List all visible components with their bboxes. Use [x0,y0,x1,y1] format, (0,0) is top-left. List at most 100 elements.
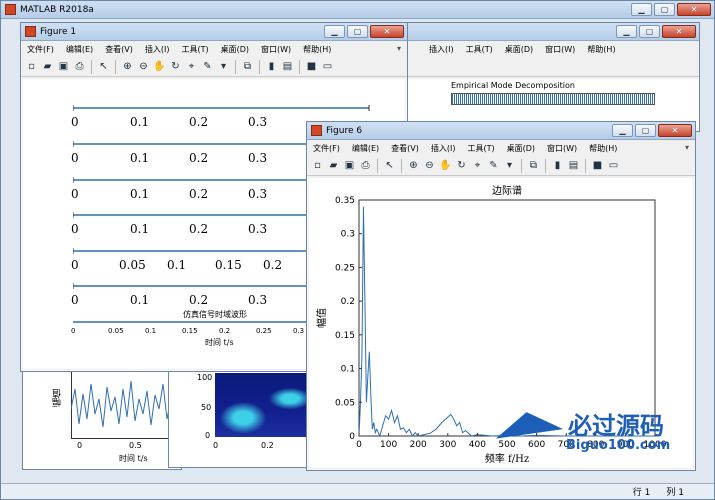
back-left-ylabel: 幅值 [53,389,63,407]
emd-close-button[interactable]: ✕ [662,25,696,38]
emd-menu-bar: 插入(I) 工具(T) 桌面(D) 窗口(W) 帮助(H) [401,41,699,57]
figure1-imf-axis-0 [73,105,370,111]
chart-ylabel: 幅值 [315,308,328,328]
pan-hand-icon[interactable]: ✋ [153,60,166,73]
figure1-bottom-tick-label: 0.25 [256,327,272,335]
chart-y-tick-label: 0.35 [335,196,355,206]
figure6-icon [311,125,322,136]
zoom-in-icon[interactable]: ⊕ [121,60,134,73]
watermark-title: 必过源码 [568,412,664,440]
f6-menu-file[interactable]: 文件(F) [313,143,340,154]
new-file-icon[interactable]: ▫ [25,60,38,73]
menu-overflow-icon[interactable]: ▾ [397,44,401,53]
emd-title-bar[interactable]: ▁ ▢ ✕ [401,23,699,41]
emd-menu-insert[interactable]: 插入(I) [429,44,454,55]
figure1-toolbar: ▫ ▰ ▣ ⎙ ↖ ⊕ ⊖ ✋ ↻ ⌖ ✎ ▾ ⧉ ▮ ▤ ■ ▭ [21,57,407,77]
f6-menu-edit[interactable]: 编辑(E) [352,143,379,154]
figure6-menu-bar: 文件(F) 编辑(E) 查看(V) 插入(I) 工具(T) 桌面(D) 窗口(W… [307,140,695,156]
main-title-bar[interactable]: MATLAB R2018a ▁ ▢ ✕ [1,1,714,19]
rotate-3d-icon[interactable]: ↻ [455,159,468,172]
chart-y-tick-label: 0.05 [335,398,355,408]
figure6-title: Figure 6 [326,125,363,136]
save-icon[interactable]: ▣ [57,60,70,73]
figure-back-mid-window[interactable]: 100 50 0 0 0.2 [168,368,309,468]
print-icon[interactable]: ⎙ [73,60,86,73]
f6-menu-window[interactable]: 窗口(W) [547,143,577,154]
maximize-button[interactable]: ▢ [654,3,675,16]
figure1-menu-bar: 文件(F) 编辑(E) 查看(V) 插入(I) 工具(T) 桌面(D) 窗口(W… [21,41,407,57]
figure1-tick-label: 0.2 [189,187,209,201]
menu-window[interactable]: 窗口(W) [261,44,291,55]
menu-tools[interactable]: 工具(T) [181,44,208,55]
pan-hand-icon[interactable]: ✋ [439,159,452,172]
figure1-tick-label: 0.3 [248,222,268,236]
data-cursor-icon[interactable]: ⌖ [185,60,198,73]
menu-edit[interactable]: 编辑(E) [66,44,93,55]
emd-minimize-button[interactable]: ▁ [616,25,637,38]
dropdown-icon[interactable]: ▾ [217,60,230,73]
back-mid-canvas: 100 50 0 0 0.2 [169,369,309,467]
emd-menu-window[interactable]: 窗口(W) [545,44,575,55]
new-file-icon[interactable]: ▫ [311,159,324,172]
back-mid-xtick-0: 0 [213,441,219,450]
figure1-bottom-tick-label: 0.05 [108,327,124,335]
minimize-button[interactable]: ▁ [631,3,652,16]
figure6-maximize-button[interactable]: ▢ [635,124,656,137]
menu-insert[interactable]: 插入(I) [145,44,170,55]
pointer-icon[interactable]: ↖ [97,60,110,73]
menu-desktop[interactable]: 桌面(D) [221,44,249,55]
brush-icon[interactable]: ✎ [487,159,500,172]
link-icon[interactable]: ⧉ [527,159,540,172]
save-icon[interactable]: ▣ [343,159,356,172]
emd-menu-tools[interactable]: 工具(T) [466,44,493,55]
figure1-tick-label: 0.3 [248,187,268,201]
toolbar-separator [259,59,260,74]
figure6-minimize-button[interactable]: ▁ [612,124,633,137]
pointer-icon[interactable]: ↖ [383,159,396,172]
figure6-title-bar[interactable]: Figure 6 ▁ ▢ ✕ [307,122,695,140]
emd-menu-desktop[interactable]: 桌面(D) [505,44,533,55]
zoom-out-icon[interactable]: ⊖ [137,60,150,73]
f6-menu-view[interactable]: 查看(V) [391,143,419,154]
open-folder-icon[interactable]: ▰ [41,60,54,73]
show-plot-tools-icon[interactable]: ▭ [321,60,334,73]
hide-plot-tools-icon[interactable]: ■ [305,60,318,73]
watermark: 必过源码 Biguo100.com [490,404,700,460]
figure1-maximize-button[interactable]: ▢ [347,25,368,38]
toolbar-separator [235,59,236,74]
close-button[interactable]: ✕ [677,3,711,16]
figure1-minimize-button[interactable]: ▁ [324,25,345,38]
f6-menu-overflow-icon[interactable]: ▾ [685,143,689,152]
figure-emd-window[interactable]: ▁ ▢ ✕ 插入(I) 工具(T) 桌面(D) 窗口(W) 帮助(H) Empiri… [400,22,700,132]
emd-menu-help[interactable]: 帮助(H) [587,44,615,55]
legend-icon[interactable]: ▤ [567,159,580,172]
rotate-3d-icon[interactable]: ↻ [169,60,182,73]
figure1-tick-label: 0.1 [130,187,150,201]
figure1-tick-label: 0.2 [189,222,209,236]
link-icon[interactable]: ⧉ [241,60,254,73]
data-cursor-icon[interactable]: ⌖ [471,159,484,172]
print-icon[interactable]: ⎙ [359,159,372,172]
zoom-in-icon[interactable]: ⊕ [407,159,420,172]
colorbar-icon[interactable]: ▮ [265,60,278,73]
emd-maximize-button[interactable]: ▢ [639,25,660,38]
figure6-close-button[interactable]: ✕ [658,124,692,137]
menu-file[interactable]: 文件(F) [27,44,54,55]
legend-icon[interactable]: ▤ [281,60,294,73]
f6-menu-insert[interactable]: 插入(I) [431,143,456,154]
figure1-bottom-xlabel: 时间 t/s [205,338,234,347]
hide-plot-tools-icon[interactable]: ■ [591,159,604,172]
zoom-out-icon[interactable]: ⊖ [423,159,436,172]
figure1-close-button[interactable]: ✕ [370,25,404,38]
show-plot-tools-icon[interactable]: ▭ [607,159,620,172]
dropdown-icon[interactable]: ▾ [503,159,516,172]
f6-menu-desktop[interactable]: 桌面(D) [507,143,535,154]
brush-icon[interactable]: ✎ [201,60,214,73]
f6-menu-tools[interactable]: 工具(T) [467,143,494,154]
figure1-title-bar[interactable]: Figure 1 ▁ ▢ ✕ [21,23,407,41]
open-folder-icon[interactable]: ▰ [327,159,340,172]
menu-help[interactable]: 帮助(H) [303,44,331,55]
f6-menu-help[interactable]: 帮助(H) [589,143,617,154]
menu-view[interactable]: 查看(V) [105,44,133,55]
colorbar-icon[interactable]: ▮ [551,159,564,172]
